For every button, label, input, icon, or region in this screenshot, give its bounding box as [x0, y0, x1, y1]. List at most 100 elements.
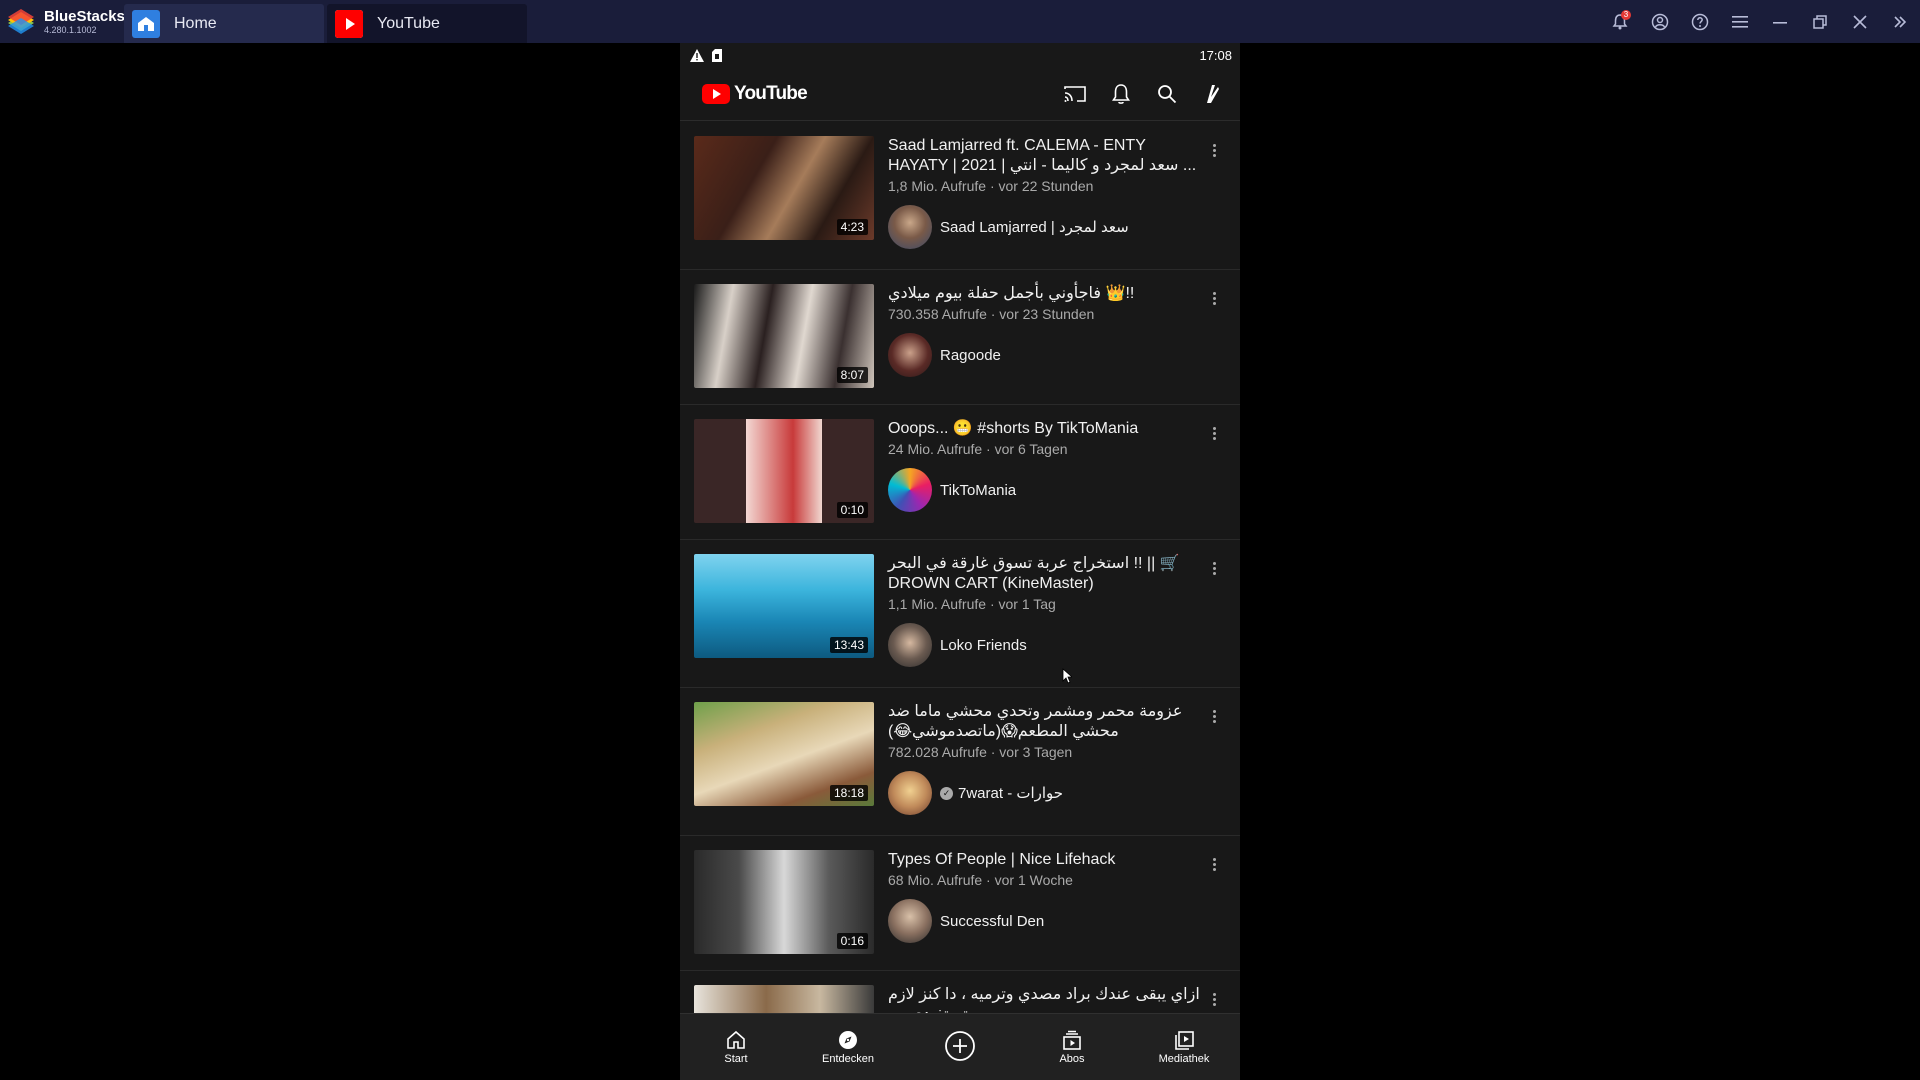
video-title[interactable]: ازاي يبقى عندك براد مصدي وترميه ، دا كنز…: [888, 985, 1206, 1013]
sidebar-toggle-button[interactable]: [1880, 0, 1920, 43]
nav-entdecken[interactable]: Entdecken: [792, 1014, 904, 1080]
video-item[interactable]: 0:16 Types Of People | Nice Lifehack 68 …: [680, 836, 1240, 971]
bottom-navigation: Start Entdecken Abos Mediathek: [680, 1013, 1240, 1080]
sd-card-icon: [712, 48, 722, 62]
search-button[interactable]: [1154, 81, 1180, 107]
account-avatar-button[interactable]: [1200, 81, 1226, 107]
video-title[interactable]: Saad Lamjarred ft. CALEMA - ENTY HAYATY …: [888, 136, 1206, 176]
minimize-icon: [1773, 21, 1787, 24]
explore-icon: [839, 1030, 857, 1049]
nav-mediathek-label: Mediathek: [1158, 1052, 1210, 1065]
channel-row[interactable]: ✓ 7warat - حوارات: [888, 771, 1206, 815]
more-vert-icon: [1212, 296, 1216, 300]
help-button[interactable]: [1680, 0, 1720, 43]
youtube-logo[interactable]: YouTube: [702, 82, 808, 105]
youtube-logo-text: YouTube: [734, 82, 808, 104]
notifications-button[interactable]: 3: [1600, 0, 1640, 43]
nav-abos[interactable]: Abos: [1016, 1014, 1128, 1080]
video-meta: 1,8 Mio. Aufrufe · vor 22 Stunden: [888, 178, 1094, 194]
video-title[interactable]: عزومة محمر ومشمر وتحدي محشي ماما ضد محشي…: [888, 702, 1206, 742]
video-item[interactable]: 4:23 Saad Lamjarred ft. CALEMA - ENTY HA…: [680, 122, 1240, 270]
notifications-bell-button[interactable]: [1108, 81, 1134, 107]
nav-start-label: Start: [724, 1052, 748, 1065]
avatar[interactable]: [888, 333, 932, 377]
bluestacks-logo[interactable]: BlueStacks 4.280.1.1002: [0, 0, 125, 43]
nav-start[interactable]: Start: [680, 1014, 792, 1080]
video-duration: 4:23: [836, 219, 868, 235]
more-vert-icon: [1212, 431, 1216, 435]
avatar[interactable]: [888, 771, 932, 815]
channel-name: Successful Den: [940, 912, 1045, 930]
video-title[interactable]: فاجأوني بأجمل حفلة بيوم ميلادي 👑!!: [888, 284, 1206, 304]
account-icon: [1207, 84, 1219, 103]
video-thumbnail[interactable]: 0:10: [694, 419, 874, 523]
more-options-button[interactable]: [1204, 140, 1224, 160]
restore-button[interactable]: [1800, 0, 1840, 43]
youtube-header: YouTube: [680, 67, 1240, 121]
search-icon: [1158, 84, 1177, 103]
bluestacks-logo-icon: [6, 8, 36, 35]
video-thumbnail[interactable]: 18:18: [694, 702, 874, 806]
channel-row[interactable]: Saad Lamjarred | سعد لمجرد: [888, 205, 1206, 249]
nav-create[interactable]: [904, 1014, 1016, 1080]
tab-home[interactable]: Home: [124, 4, 324, 43]
more-vert-icon: [1212, 148, 1216, 152]
video-meta: 730.358 Aufrufe · vor 23 Stunden: [888, 306, 1095, 322]
more-options-button[interactable]: [1204, 706, 1224, 726]
video-thumbnail[interactable]: 13:43: [694, 554, 874, 658]
avatar[interactable]: [888, 468, 932, 512]
video-thumbnail[interactable]: 8:07: [694, 284, 874, 388]
video-feed[interactable]: 4:23 Saad Lamjarred ft. CALEMA - ENTY HA…: [680, 122, 1240, 1013]
avatar[interactable]: [888, 205, 932, 249]
video-item[interactable]: 18:18 عزومة محمر ومشمر وتحدي محشي ماما ض…: [680, 688, 1240, 836]
add-icon: [945, 1030, 975, 1061]
video-item[interactable]: ازاي يبقى عندك براد مصدي وترميه ، دا كنز…: [680, 971, 1240, 1013]
avatar[interactable]: [888, 899, 932, 943]
avatar[interactable]: [888, 623, 932, 667]
android-screen: 17:08 YouTube 4:23 Saad Lamjarred ft. CA…: [680, 43, 1240, 1080]
more-options-button[interactable]: [1204, 989, 1224, 1009]
channel-name: Loko Friends: [940, 636, 1027, 654]
mouse-cursor-icon: [1062, 668, 1072, 684]
notification-count-badge: 3: [1621, 10, 1631, 20]
video-title[interactable]: Types Of People | Nice Lifehack: [888, 850, 1206, 870]
more-vert-icon: [1212, 566, 1216, 570]
warning-icon: [690, 48, 704, 62]
nav-mediathek[interactable]: Mediathek: [1128, 1014, 1240, 1080]
account-button[interactable]: [1640, 0, 1680, 43]
more-options-button[interactable]: [1204, 854, 1224, 874]
video-thumbnail[interactable]: 0:16: [694, 850, 874, 954]
video-item[interactable]: 0:10 Ooops... 😬 #shorts By TikToMania 24…: [680, 405, 1240, 540]
tab-home-label: Home: [174, 14, 217, 32]
account-icon: [1651, 13, 1669, 30]
channel-row[interactable]: TikToMania: [888, 468, 1206, 512]
video-title[interactable]: استخراج عربة تسوق غارقة في البحر !! || 🛒…: [888, 554, 1206, 594]
status-time: 17:08: [1199, 47, 1232, 63]
more-options-button[interactable]: [1204, 288, 1224, 308]
subscriptions-icon: [1063, 1030, 1081, 1050]
video-title[interactable]: Ooops... 😬 #shorts By TikToMania: [888, 419, 1206, 439]
cast-button[interactable]: [1062, 81, 1088, 107]
channel-row[interactable]: Ragoode: [888, 333, 1206, 377]
minimize-button[interactable]: [1760, 0, 1800, 43]
video-thumbnail[interactable]: 4:23: [694, 136, 874, 240]
channel-name: ✓ 7warat - حوارات: [940, 784, 1063, 802]
channel-row[interactable]: Loko Friends: [888, 623, 1206, 667]
video-item[interactable]: 8:07 فاجأوني بأجمل حفلة بيوم ميلادي 👑!! …: [680, 270, 1240, 405]
tab-youtube[interactable]: YouTube: [327, 4, 527, 43]
double-chevron-right-icon: [1894, 15, 1907, 28]
more-vert-icon: [1212, 997, 1216, 1001]
video-thumbnail[interactable]: [694, 985, 874, 1013]
menu-button[interactable]: [1720, 0, 1760, 43]
more-options-button[interactable]: [1204, 423, 1224, 443]
channel-name: Saad Lamjarred | سعد لمجرد: [940, 219, 1129, 236]
video-duration: 0:10: [836, 502, 868, 518]
more-options-button[interactable]: [1204, 558, 1224, 578]
nav-entdecken-label: Entdecken: [822, 1052, 874, 1065]
more-vert-icon: [1212, 862, 1216, 866]
hamburger-icon: [1732, 15, 1748, 28]
channel-row[interactable]: Successful Den: [888, 899, 1206, 943]
help-icon: [1691, 13, 1709, 30]
video-item[interactable]: 13:43 استخراج عربة تسوق غارقة في البحر !…: [680, 540, 1240, 688]
close-button[interactable]: [1840, 0, 1880, 43]
